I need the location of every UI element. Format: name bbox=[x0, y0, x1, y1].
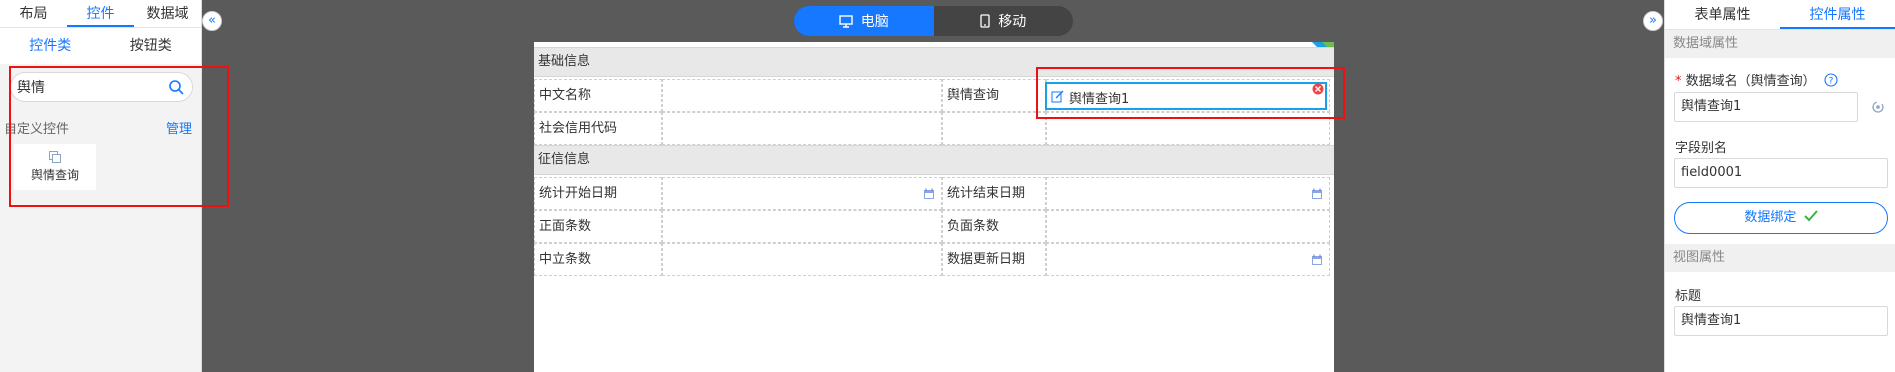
tab-form-properties[interactable]: 表单属性 bbox=[1665, 0, 1780, 29]
custom-controls-header: 自定义控件 管理 bbox=[0, 118, 202, 138]
device-mobile-button[interactable]: 移动 bbox=[934, 6, 1074, 36]
datafield-name-label: * 数据域名（舆情查询） ? bbox=[1675, 70, 1838, 89]
input-credit-code[interactable] bbox=[662, 112, 942, 145]
monitor-icon bbox=[839, 14, 853, 28]
input-end-date[interactable] bbox=[1046, 177, 1330, 210]
search-input[interactable] bbox=[11, 73, 161, 101]
input-update-date[interactable] bbox=[1046, 243, 1330, 276]
input-neutral[interactable] bbox=[662, 243, 942, 276]
copy-icon bbox=[49, 151, 61, 163]
device-mobile-label: 移动 bbox=[998, 14, 1027, 30]
form-row: 社会信用代码 bbox=[534, 112, 1330, 145]
delete-icon[interactable] bbox=[1312, 83, 1324, 95]
device-pc-button[interactable]: 电脑 bbox=[794, 6, 934, 36]
data-bind-label: 数据绑定 bbox=[1744, 210, 1797, 225]
left-panel: 布局 控件 数据域 控件类 按钮类 自定义控件 管理 舆情查询 bbox=[0, 0, 202, 372]
left-sub-tabs: 控件类 按钮类 bbox=[0, 28, 201, 64]
tab-control-properties[interactable]: 控件属性 bbox=[1780, 0, 1895, 29]
search-icon[interactable] bbox=[168, 79, 184, 95]
input-positive[interactable] bbox=[662, 210, 942, 243]
label-sentiment: 舆情查询 bbox=[947, 88, 1000, 103]
subtab-buttons[interactable]: 按钮类 bbox=[101, 28, 202, 64]
required-marker: * bbox=[1675, 74, 1682, 89]
collapse-left-button[interactable]: « bbox=[202, 11, 222, 31]
section-basic-info: 基础信息 bbox=[534, 47, 1334, 77]
form-label-cell: 正面条数 bbox=[534, 210, 662, 243]
custom-controls-label: 自定义控件 bbox=[4, 122, 70, 137]
search-box bbox=[10, 72, 193, 102]
device-pc-label: 电脑 bbox=[860, 14, 889, 30]
form-label-cell: 社会信用代码 bbox=[534, 112, 662, 145]
empty-cell bbox=[942, 112, 1046, 145]
tab-layout[interactable]: 布局 bbox=[0, 0, 67, 27]
empty-cell bbox=[1046, 112, 1330, 145]
form-label-cell: 负面条数 bbox=[942, 210, 1046, 243]
left-top-tabs: 布局 控件 数据域 bbox=[0, 0, 201, 28]
datafield-name-input[interactable]: 舆情查询1 bbox=[1674, 92, 1858, 122]
device-switch: 电脑 移动 bbox=[794, 6, 1073, 36]
form-label-cell: 中立条数 bbox=[534, 243, 662, 276]
widget-sentiment-query[interactable]: 舆情查询 bbox=[14, 144, 96, 190]
right-tabs: 表单属性 控件属性 bbox=[1665, 0, 1895, 30]
input-cn-name[interactable] bbox=[662, 79, 942, 112]
sentiment-query-field[interactable]: 舆情查询1 bbox=[1045, 82, 1327, 110]
form-row: 统计开始日期 统计结束日期 bbox=[534, 177, 1330, 210]
tab-controls[interactable]: 控件 bbox=[67, 0, 134, 27]
form-row: 正面条数 负面条数 bbox=[534, 210, 1330, 243]
svg-text:?: ? bbox=[1828, 77, 1833, 87]
label-credit-code: 社会信用代码 bbox=[539, 121, 618, 136]
help-icon[interactable]: ? bbox=[1824, 73, 1838, 87]
label-update-date: 数据更新日期 bbox=[947, 252, 1026, 267]
label-negative: 负面条数 bbox=[947, 219, 1000, 234]
refresh-icon[interactable] bbox=[1871, 100, 1885, 114]
section-datafield-properties: 数据域属性 bbox=[1665, 30, 1895, 58]
form-label-cell: 舆情查询 bbox=[942, 79, 1046, 112]
form-row: 中立条数 数据更新日期 bbox=[534, 243, 1330, 276]
edit-icon bbox=[1051, 90, 1064, 103]
datafield-name-text: 数据域名（舆情查询） bbox=[1685, 74, 1816, 89]
calendar-icon[interactable] bbox=[923, 188, 935, 200]
form-label-cell: 统计开始日期 bbox=[534, 177, 662, 210]
calendar-icon[interactable] bbox=[1311, 254, 1323, 266]
manage-link[interactable]: 管理 bbox=[166, 118, 192, 137]
calendar-icon[interactable] bbox=[1311, 188, 1323, 200]
label-end-date: 统计结束日期 bbox=[947, 186, 1026, 201]
input-negative[interactable] bbox=[1046, 210, 1330, 243]
label-positive: 正面条数 bbox=[539, 219, 592, 234]
section-view-properties: 视图属性 bbox=[1665, 244, 1895, 272]
form-canvas: 基础信息 中文名称 舆情查询 舆情查询1 社会信用代码 征信信息 统计开始日期 … bbox=[534, 42, 1334, 372]
alias-label: 字段别名 bbox=[1675, 141, 1728, 156]
alias-input[interactable]: field0001 bbox=[1674, 158, 1888, 188]
label-neutral: 中立条数 bbox=[539, 252, 592, 267]
right-panel: 表单属性 控件属性 数据域属性 * 数据域名（舆情查询） ? 舆情查询1 字段别… bbox=[1664, 0, 1895, 372]
data-bind-button[interactable]: 数据绑定 bbox=[1674, 202, 1888, 234]
collapse-right-button[interactable]: » bbox=[1643, 11, 1663, 31]
label-start-date: 统计开始日期 bbox=[539, 186, 618, 201]
form-label-cell: 数据更新日期 bbox=[942, 243, 1046, 276]
section-credit-info: 征信信息 bbox=[534, 145, 1334, 175]
check-icon bbox=[1803, 210, 1818, 222]
title-label: 标题 bbox=[1675, 289, 1702, 304]
label-cn-name: 中文名称 bbox=[539, 88, 592, 103]
widget-label: 舆情查询 bbox=[30, 168, 79, 182]
subtab-controls[interactable]: 控件类 bbox=[0, 28, 101, 64]
title-input[interactable]: 舆情查询1 bbox=[1674, 306, 1888, 336]
form-label-cell: 中文名称 bbox=[534, 79, 662, 112]
phone-icon bbox=[980, 14, 990, 28]
tab-datafield[interactable]: 数据域 bbox=[134, 0, 201, 27]
sentiment-field-value: 舆情查询1 bbox=[1069, 92, 1130, 107]
input-start-date[interactable] bbox=[662, 177, 942, 210]
form-label-cell: 统计结束日期 bbox=[942, 177, 1046, 210]
